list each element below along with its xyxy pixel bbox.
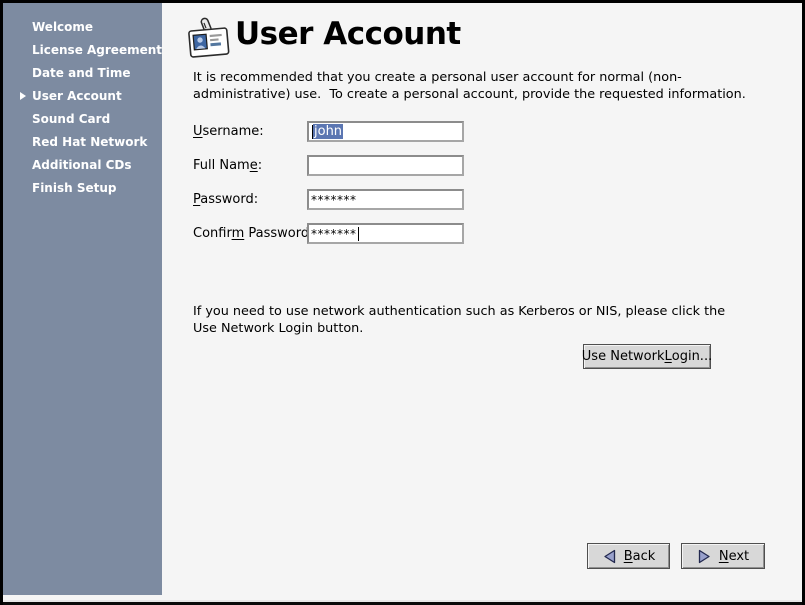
sidebar-item-license-agreement[interactable]: License Agreement — [3, 39, 162, 62]
next-button[interactable]: Next — [681, 543, 765, 569]
button-label: Use Network — [582, 349, 665, 364]
sidebar-item-label: User Account — [32, 89, 122, 103]
back-arrow-icon — [602, 549, 617, 564]
setup-agent-window: Welcome License Agreement Date and Time … — [0, 0, 805, 605]
fullname-input[interactable] — [307, 155, 464, 176]
network-auth-note: If you need to use network authenticatio… — [193, 303, 725, 337]
sidebar-item-label: Red Hat Network — [32, 135, 147, 149]
content-pane: User Account It is recommended that you … — [162, 3, 802, 600]
fullname-label: Full Name: — [193, 155, 262, 176]
network-note-line-1: If you need to use network authenticatio… — [193, 303, 725, 320]
sidebar-item-welcome[interactable]: Welcome — [3, 16, 162, 39]
label-text: assword: — [200, 192, 258, 207]
selected-text: john — [313, 124, 343, 139]
confirm-password-label: Confirm Password: — [193, 223, 313, 244]
page-title: User Account — [235, 16, 461, 52]
sidebar-item-label: Welcome — [32, 20, 93, 34]
button-label: Next — [719, 549, 749, 564]
sidebar-item-red-hat-network[interactable]: Red Hat Network — [3, 131, 162, 154]
masked-password-text: ******* — [311, 229, 357, 239]
password-label: Password: — [193, 189, 258, 210]
label-text: : — [258, 158, 262, 173]
next-arrow-icon — [697, 549, 712, 564]
wizard-steps-sidebar: Welcome License Agreement Date and Time … — [3, 3, 162, 595]
label-text: sername: — [203, 124, 264, 139]
confirm-password-input[interactable]: ******* — [307, 223, 464, 244]
sidebar-item-sound-card[interactable]: Sound Card — [3, 108, 162, 131]
sidebar-item-label: Sound Card — [32, 112, 110, 126]
id-badge-icon — [186, 15, 232, 63]
active-step-arrow-icon — [20, 92, 26, 100]
sidebar-item-date-and-time[interactable]: Date and Time — [3, 62, 162, 85]
button-label: Back — [624, 549, 656, 564]
label-text: Full Nam — [193, 158, 250, 173]
sidebar-item-label: Finish Setup — [32, 181, 116, 195]
password-input[interactable]: ******* — [307, 189, 464, 210]
intro-line-2: administrative) use. To create a persona… — [193, 86, 746, 103]
button-label: ogin... — [672, 349, 712, 364]
text-caret — [358, 227, 359, 241]
sidebar-item-user-account[interactable]: User Account — [3, 85, 162, 108]
intro-text: It is recommended that you create a pers… — [193, 69, 746, 103]
back-button[interactable]: Back — [587, 543, 670, 569]
sidebar-item-additional-cds[interactable]: Additional CDs — [3, 154, 162, 177]
username-input[interactable]: john — [307, 121, 464, 142]
network-note-line-2: Use Network Login button. — [193, 320, 725, 337]
mnemonic-letter: L — [665, 349, 672, 364]
label-text: Password: — [244, 226, 313, 241]
mnemonic-letter: m — [232, 226, 245, 241]
window-bottom-edge — [0, 600, 805, 605]
mnemonic-letter: e — [250, 158, 258, 173]
username-label: Username: — [193, 121, 264, 142]
sidebar-item-label: Date and Time — [32, 66, 130, 80]
intro-line-1: It is recommended that you create a pers… — [193, 69, 746, 86]
sidebar-item-label: Additional CDs — [32, 158, 132, 172]
sidebar-item-label: License Agreement — [32, 43, 162, 57]
sidebar-item-finish-setup[interactable]: Finish Setup — [3, 177, 162, 200]
mnemonic-letter: U — [193, 124, 203, 139]
use-network-login-button[interactable]: Use Network Login... — [583, 344, 711, 369]
label-text: Confir — [193, 226, 232, 241]
masked-password-text: ******* — [311, 195, 357, 205]
